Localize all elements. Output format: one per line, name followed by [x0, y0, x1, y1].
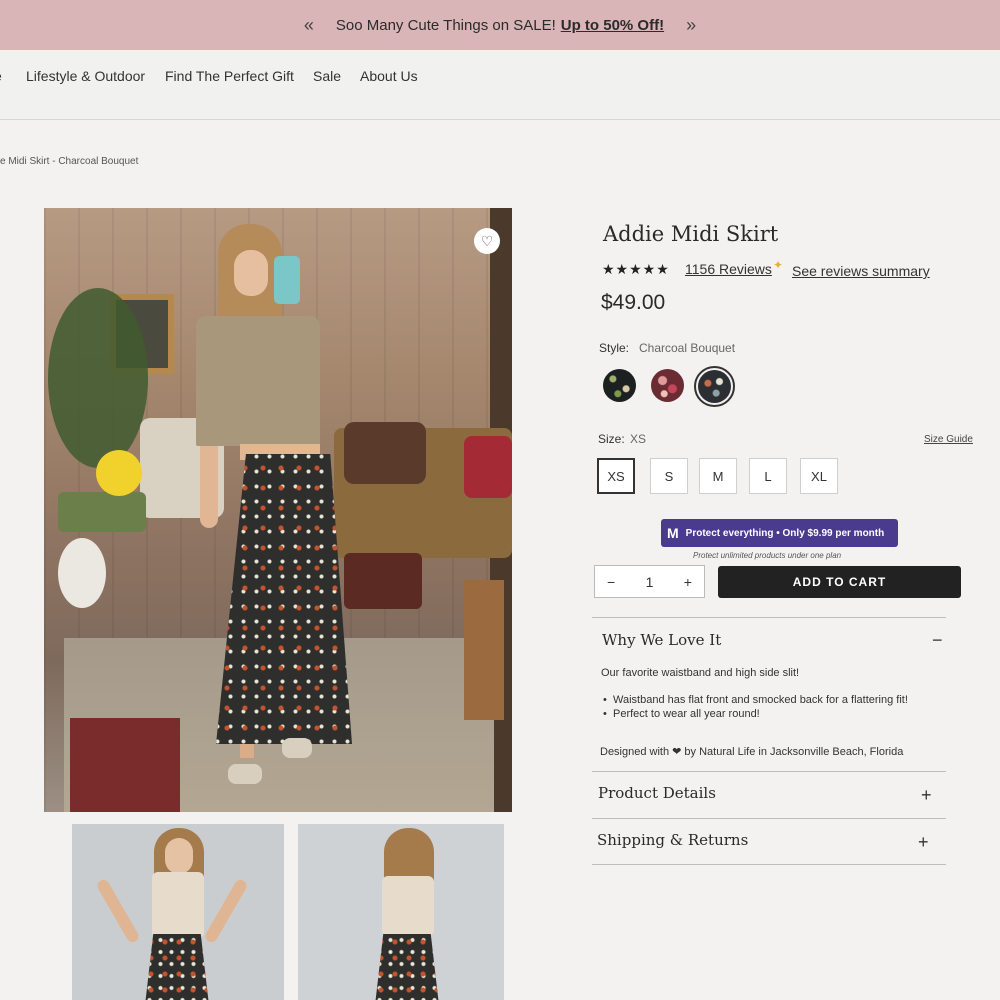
protection-logo-icon: M — [667, 525, 679, 541]
promo-next-icon[interactable]: » — [686, 15, 696, 36]
thumb-model-tank — [382, 876, 434, 936]
thumb-model-skirt — [374, 934, 440, 1000]
photo-side-table — [58, 492, 146, 532]
quantity-stepper: − 1 + — [594, 565, 705, 598]
promo-prev-icon[interactable]: « — [304, 15, 314, 36]
thumb-model-skirt — [144, 934, 210, 1000]
nav-item-sale[interactable]: Sale — [313, 68, 341, 84]
photo-smiley — [96, 450, 142, 496]
protection-plan-subtext: Protect unlimited products under one pla… — [693, 551, 842, 560]
accordion-product-details-title[interactable]: Product Details — [598, 784, 716, 802]
promo-sale-link[interactable]: Up to 50% Off! — [561, 17, 664, 34]
reviews-summary-link[interactable]: See reviews summary — [792, 263, 930, 279]
breadcrumb[interactable]: e Midi Skirt - Charcoal Bouquet — [0, 156, 138, 167]
wishlist-heart-icon[interactable]: ♡ — [474, 228, 500, 254]
accordion-shipping-title[interactable]: Shipping & Returns — [597, 831, 748, 849]
size-guide-link[interactable]: Size Guide — [924, 434, 973, 445]
model-phone — [274, 256, 300, 304]
product-main-image[interactable]: ♡ — [44, 208, 512, 812]
size-button-xs[interactable]: XS — [597, 458, 635, 494]
quantity-plus-button[interactable]: + — [684, 574, 692, 590]
product-thumbnail-front[interactable] — [72, 824, 284, 1000]
style-swatch-selected[interactable] — [698, 370, 731, 403]
protection-plan-button[interactable]: M Protect everything • Only $9.99 per mo… — [661, 519, 898, 547]
why-bullet-item: • Perfect to wear all year round! — [603, 708, 943, 720]
why-bullet-list: • Waistband has flat front and smocked b… — [603, 694, 943, 720]
product-thumbnail-back[interactable] — [298, 824, 504, 1000]
model-face — [234, 250, 268, 296]
section-divider — [592, 818, 946, 819]
style-label: Style: — [599, 341, 630, 355]
add-to-cart-button[interactable]: ADD TO CART — [718, 566, 961, 598]
photo-wood-box — [464, 580, 504, 720]
expand-plus-icon[interactable]: + — [918, 832, 929, 853]
why-bullet-item: • Waistband has flat front and smocked b… — [603, 694, 943, 706]
promo-text: Soo Many Cute Things on SALE! — [335, 16, 556, 34]
nav-partial-item[interactable]: e — [0, 68, 2, 84]
photo-rug — [70, 718, 180, 812]
designed-by-text: Designed with ❤ by Natural Life in Jacks… — [600, 746, 904, 758]
product-title: Addie Midi Skirt — [603, 222, 779, 246]
style-value: Charcoal Bouquet — [639, 341, 736, 355]
photo-plant — [48, 288, 148, 468]
model-shoe — [228, 764, 262, 784]
size-button-m[interactable]: M — [699, 458, 737, 494]
sparkle-icon: ✦ — [773, 258, 784, 272]
size-button-l[interactable]: L — [749, 458, 787, 494]
promo-bar: « Soo Many Cute Things on SALE! Up to 50… — [0, 0, 1000, 50]
nav-item-lifestyle-outdoor[interactable]: Lifestyle & Outdoor — [26, 68, 145, 84]
photo-fur-stool — [58, 538, 106, 608]
size-button-xl[interactable]: XL — [800, 458, 838, 494]
bullet-dot: • — [603, 694, 607, 706]
style-swatch[interactable] — [651, 369, 684, 402]
why-bullet-text: Waistband has flat front and smocked bac… — [613, 694, 908, 706]
size-value: XS — [630, 432, 647, 446]
why-bullet-text: Perfect to wear all year round! — [613, 708, 760, 720]
reviews-link[interactable]: 1156 Reviews — [685, 261, 772, 277]
rating-stars-icon: ★★★★★ — [602, 261, 670, 277]
size-button-s[interactable]: S — [650, 458, 688, 494]
accordion-why-title[interactable]: Why We Love It — [602, 631, 721, 649]
protection-plan-label: Protect everything • Only $9.99 per mont… — [685, 527, 885, 539]
bullet-dot: • — [603, 708, 607, 720]
section-divider — [592, 771, 946, 772]
nav-item-about-us[interactable]: About Us — [360, 68, 418, 84]
main-nav: e Lifestyle & Outdoor Find The Perfect G… — [0, 50, 1000, 120]
size-label: Size: — [598, 432, 625, 446]
model-top — [196, 316, 320, 446]
model-shoe — [282, 738, 312, 758]
expand-plus-icon[interactable]: + — [921, 785, 932, 806]
product-price: $49.00 — [601, 291, 666, 314]
thumb-model-arm — [203, 877, 249, 945]
thumb-model-arm — [95, 877, 141, 945]
thumb-model-face — [165, 838, 193, 874]
browser-viewport: « Soo Many Cute Things on SALE! Up to 50… — [0, 0, 1000, 1000]
thumb-model-tank — [152, 872, 204, 938]
photo-pillow — [464, 436, 512, 498]
nav-item-perfect-gift[interactable]: Find The Perfect Gift — [165, 68, 294, 84]
section-divider — [592, 864, 946, 865]
collapse-minus-icon[interactable]: − — [932, 630, 943, 651]
photo-ottoman — [344, 553, 422, 609]
section-divider — [592, 617, 946, 618]
style-swatch[interactable] — [603, 369, 636, 402]
quantity-value[interactable]: 1 — [646, 574, 654, 590]
quantity-minus-button[interactable]: − — [607, 574, 615, 590]
photo-pillow — [344, 422, 426, 484]
why-intro-text: Our favorite waistband and high side sli… — [601, 667, 800, 679]
